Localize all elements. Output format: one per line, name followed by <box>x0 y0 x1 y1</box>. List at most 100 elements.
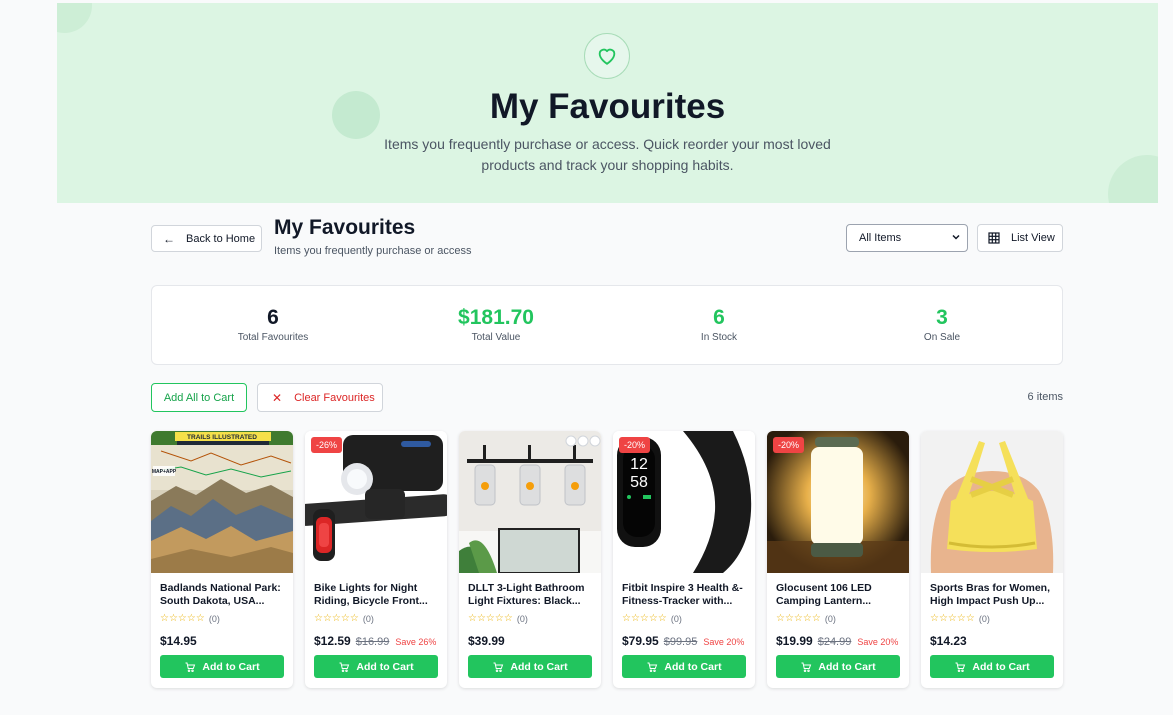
back-label: Back to Home <box>186 232 256 245</box>
rating-count: (0) <box>978 613 990 624</box>
stat-label: On Sale <box>923 332 961 343</box>
original-price: $24.99 <box>817 636 852 648</box>
product-name[interactable]: Fitbit Inspire 3 Health &-Fitness-Tracke… <box>622 582 750 608</box>
product-card[interactable]: -20% Glocusent 106 LED Camping Lantern..… <box>767 431 909 688</box>
price: $12.59 <box>314 634 351 648</box>
stat-total-favourites: 6 Total Favourites <box>173 305 373 343</box>
rating-count: (0) <box>670 613 682 624</box>
add-all-to-cart-button[interactable]: Add All to Cart <box>151 383 247 412</box>
back-to-home-button[interactable]: ← Back to Home <box>151 225 262 252</box>
cart-icon <box>954 661 966 673</box>
cart-icon <box>184 661 196 673</box>
add-to-cart-label: Add to Cart <box>202 660 260 673</box>
discount-badge: -20% <box>619 437 651 453</box>
stat-total-value: $181.70 Total Value <box>396 305 596 343</box>
add-to-cart-label: Add to Cart <box>818 660 876 673</box>
add-to-cart-button[interactable]: Add to Cart <box>160 655 284 678</box>
filter-value: All Items <box>859 232 902 244</box>
page-subtitle: Items you frequently purchase or access <box>274 245 472 257</box>
product-image[interactable]: -26% <box>305 431 447 573</box>
price-row: $14.23 <box>930 634 967 648</box>
star-rating-icon: ☆☆☆☆☆ <box>160 613 205 624</box>
discount-badge: -26% <box>311 437 343 453</box>
rating-count: (0) <box>208 613 220 624</box>
product-name[interactable]: Bike Lights for Night Riding, Bicycle Fr… <box>314 582 442 608</box>
arrow-left-icon: ← <box>163 231 175 246</box>
price-row: $14.95 <box>160 634 197 648</box>
add-to-cart-button[interactable]: Add to Cart <box>314 655 438 678</box>
price: $79.95 <box>622 634 659 648</box>
cart-icon <box>338 661 350 673</box>
stat-in-stock: 6 In Stock <box>619 305 819 343</box>
price-row: $12.59 $16.99 Save 26% <box>314 634 436 648</box>
save-label: Save 26% <box>395 637 437 647</box>
decor-circle <box>1108 155 1158 203</box>
add-to-cart-label: Add to Cart <box>972 660 1030 673</box>
stat-value: 6 <box>713 306 725 329</box>
stats-panel: 6 Total Favourites $181.70 Total Value 6… <box>151 285 1063 365</box>
product-name[interactable]: DLLT 3-Light Bathroom Light Fixtures: Bl… <box>468 582 596 608</box>
map-image-badge: MAP+APP <box>152 469 177 475</box>
discount-badge: -20% <box>773 437 805 453</box>
product-name[interactable]: Badlands National Park: South Dakota, US… <box>160 582 288 608</box>
rating: ☆☆☆☆☆ (0) <box>314 613 374 624</box>
product-card[interactable]: DLLT 3-Light Bathroom Light Fixtures: Bl… <box>459 431 601 688</box>
add-to-cart-button[interactable]: Add to Cart <box>622 655 746 678</box>
price-row: $39.99 <box>468 634 505 648</box>
product-image[interactable]: -20% <box>767 431 909 573</box>
star-rating-icon: ☆☆☆☆☆ <box>930 613 975 624</box>
product-card[interactable]: -26% Bike Lights for Night Riding, Bicyc… <box>305 431 447 688</box>
hero-title: My Favourites <box>489 87 726 126</box>
rating: ☆☆☆☆☆ (0) <box>776 613 836 624</box>
clear-label: Clear Favourites <box>294 391 375 404</box>
page-title: My Favourites <box>274 216 416 239</box>
save-label: Save 20% <box>703 637 745 647</box>
star-rating-icon: ☆☆☆☆☆ <box>776 613 821 624</box>
filter-select[interactable]: All Items <box>846 224 968 252</box>
cart-icon <box>492 661 504 673</box>
watch-face-icon: 58 <box>630 474 648 491</box>
add-to-cart-button[interactable]: Add to Cart <box>468 655 592 678</box>
product-image[interactable]: 12 58 -20% <box>613 431 755 573</box>
original-price: $99.95 <box>663 636 698 648</box>
product-card[interactable]: 12 58 -20% Fitbit Inspire 3 Health &-Fit… <box>613 431 755 688</box>
add-to-cart-button[interactable]: Add to Cart <box>776 655 900 678</box>
rating-count: (0) <box>362 613 374 624</box>
cart-icon <box>800 661 812 673</box>
save-label: Save 20% <box>857 637 899 647</box>
product-image[interactable]: TRAILS ILLUSTRATED MAP+APP <box>151 431 293 573</box>
stat-value: 6 <box>267 306 279 329</box>
stat-value: 3 <box>936 306 948 329</box>
view-label: List View <box>1011 232 1055 244</box>
clear-favourites-button[interactable]: ✕ Clear Favourites <box>257 383 383 412</box>
add-to-cart-button[interactable]: Add to Cart <box>930 655 1054 678</box>
original-price: $16.99 <box>355 636 390 648</box>
chevron-down-icon <box>950 231 962 246</box>
stat-label: In Stock <box>700 332 738 343</box>
price-row: $79.95 $99.95 Save 20% <box>622 634 744 648</box>
heart-icon <box>584 33 630 79</box>
cart-icon <box>646 661 658 673</box>
hero-subtitle: Items you frequently purchase or access.… <box>384 136 831 173</box>
item-count: 6 items <box>1027 391 1063 403</box>
stat-label: Total Favourites <box>237 332 309 343</box>
list-view-button[interactable]: List View <box>977 224 1063 252</box>
watch-face-icon: 12 <box>630 456 648 473</box>
rating: ☆☆☆☆☆ (0) <box>468 613 528 624</box>
add-to-cart-label: Add to Cart <box>510 660 568 673</box>
product-name[interactable]: Sports Bras for Women, High Impact Push … <box>930 582 1058 608</box>
add-to-cart-label: Add to Cart <box>664 660 722 673</box>
product-image[interactable] <box>921 431 1063 573</box>
grid-icon <box>988 232 1000 244</box>
stat-value: $181.70 <box>458 306 534 329</box>
hero-banner: My Favourites Items you frequently purch… <box>57 3 1158 203</box>
product-name[interactable]: Glocusent 106 LED Camping Lantern... <box>776 582 904 608</box>
product-card[interactable]: Sports Bras for Women, High Impact Push … <box>921 431 1063 688</box>
stat-on-sale: 3 On Sale <box>842 305 1042 343</box>
price-row: $19.99 $24.99 Save 20% <box>776 634 898 648</box>
price: $19.99 <box>776 634 813 648</box>
rating: ☆☆☆☆☆ (0) <box>930 613 990 624</box>
stat-label: Total Value <box>471 332 521 343</box>
product-image[interactable] <box>459 431 601 573</box>
product-card[interactable]: TRAILS ILLUSTRATED MAP+APP Badlands Nati… <box>151 431 293 688</box>
